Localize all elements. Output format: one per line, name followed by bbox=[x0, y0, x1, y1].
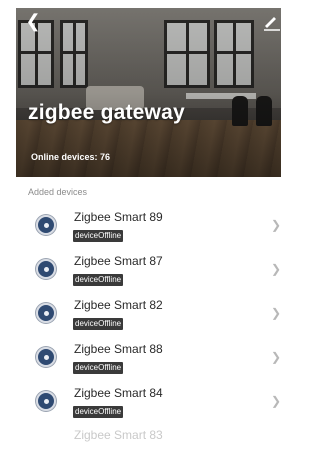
chevron-right-icon: ❯ bbox=[271, 394, 282, 408]
device-icon bbox=[36, 347, 56, 367]
device-name: Zigbee Smart 87 bbox=[74, 254, 163, 268]
device-row[interactable]: Zigbee Smart 88 deviceOffline ❯ bbox=[16, 335, 281, 379]
status-badge: deviceOffline bbox=[73, 274, 124, 286]
status-badge: deviceOffline bbox=[73, 318, 124, 330]
device-row[interactable]: Zigbee Smart 82 deviceOffline ❯ bbox=[16, 291, 281, 335]
device-icon bbox=[36, 303, 56, 323]
chevron-right-icon: ❯ bbox=[271, 218, 282, 232]
chevron-left-icon: ❮ bbox=[25, 11, 41, 31]
device-list: Zigbee Smart 89 deviceOffline ❯ Zigbee S… bbox=[16, 203, 281, 443]
pencil-icon bbox=[264, 17, 280, 31]
status-badge: deviceOffline bbox=[73, 230, 124, 242]
device-icon bbox=[36, 391, 56, 411]
device-row[interactable]: Zigbee Smart 89 deviceOffline ❯ bbox=[16, 203, 281, 247]
device-row[interactable]: Zigbee Smart 87 deviceOffline ❯ bbox=[16, 247, 281, 291]
edit-button[interactable] bbox=[262, 12, 280, 32]
device-name: Zigbee Smart 84 bbox=[74, 386, 163, 400]
online-devices-count: Online devices: 76 bbox=[31, 152, 111, 162]
device-icon bbox=[36, 215, 56, 235]
status-badge: deviceOffline bbox=[73, 362, 124, 374]
gateway-title: zigbee gateway bbox=[28, 101, 185, 124]
device-name: Zigbee Smart 88 bbox=[74, 342, 163, 356]
chevron-right-icon: ❯ bbox=[271, 350, 282, 364]
device-icon bbox=[36, 259, 56, 279]
section-label: Added devices bbox=[28, 187, 88, 197]
device-row-partial[interactable]: Zigbee Smart 83 bbox=[16, 423, 281, 443]
chevron-right-icon: ❯ bbox=[271, 306, 282, 320]
device-row[interactable]: Zigbee Smart 84 deviceOffline ❯ bbox=[16, 379, 281, 423]
back-button[interactable]: ❮ bbox=[22, 10, 44, 32]
chevron-right-icon: ❯ bbox=[271, 262, 282, 276]
device-name: Zigbee Smart 83 bbox=[74, 428, 163, 442]
status-badge: deviceOffline bbox=[73, 406, 124, 418]
device-name: Zigbee Smart 89 bbox=[74, 210, 163, 224]
device-name: Zigbee Smart 82 bbox=[74, 298, 163, 312]
